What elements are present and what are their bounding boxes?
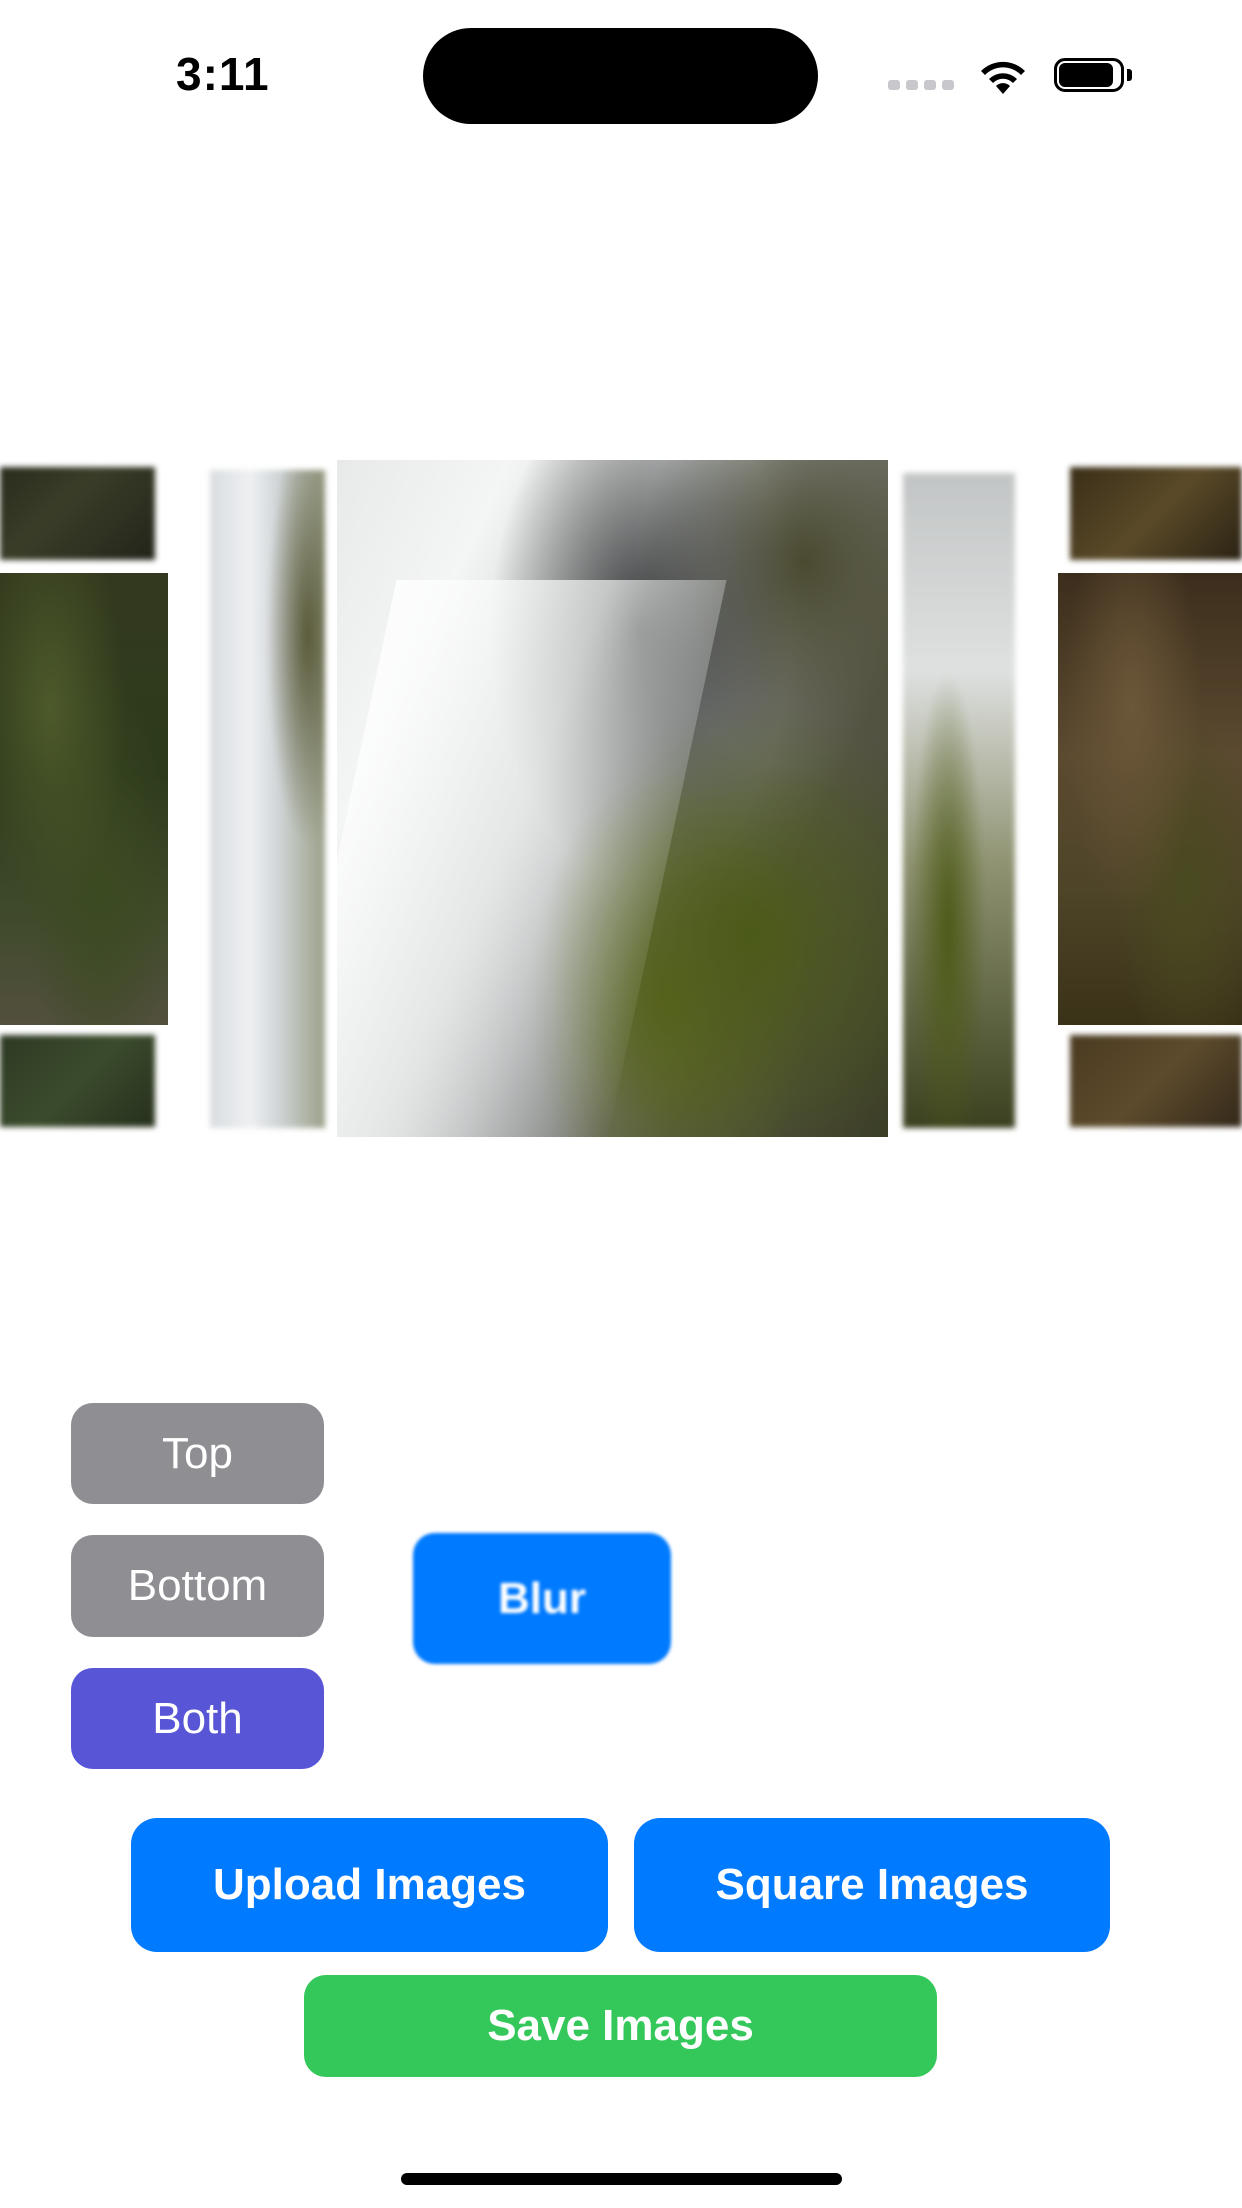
carousel-image-right-top xyxy=(1070,467,1242,560)
status-time: 3:11 xyxy=(176,48,270,100)
wifi-icon xyxy=(978,58,1028,96)
dynamic-island xyxy=(423,28,818,124)
bottom-button[interactable]: Bottom xyxy=(71,1535,324,1637)
carousel-image-rocky-cliff[interactable] xyxy=(1058,573,1242,1025)
both-button[interactable]: Both xyxy=(71,1668,324,1769)
cellular-signal-icon xyxy=(888,80,954,92)
image-carousel[interactable] xyxy=(0,455,1242,1140)
upload-images-button[interactable]: Upload Images xyxy=(131,1818,608,1952)
top-button[interactable]: Top xyxy=(71,1403,324,1504)
save-images-button[interactable]: Save Images xyxy=(304,1975,937,2077)
carousel-image-right-bottom xyxy=(1070,1035,1242,1127)
carousel-image-blurred-left xyxy=(210,470,325,1128)
battery-icon xyxy=(1054,58,1134,94)
blur-button[interactable]: Blur xyxy=(413,1533,671,1664)
carousel-image-blurred-right xyxy=(903,473,1015,1128)
carousel-image-waterfall-selected[interactable] xyxy=(337,460,888,1137)
home-indicator[interactable] xyxy=(401,2173,842,2185)
carousel-image-left-top xyxy=(0,467,155,560)
carousel-image-left-bottom xyxy=(0,1035,155,1127)
carousel-image-moss-hillside[interactable] xyxy=(0,573,168,1025)
square-images-button[interactable]: Square Images xyxy=(634,1818,1110,1952)
